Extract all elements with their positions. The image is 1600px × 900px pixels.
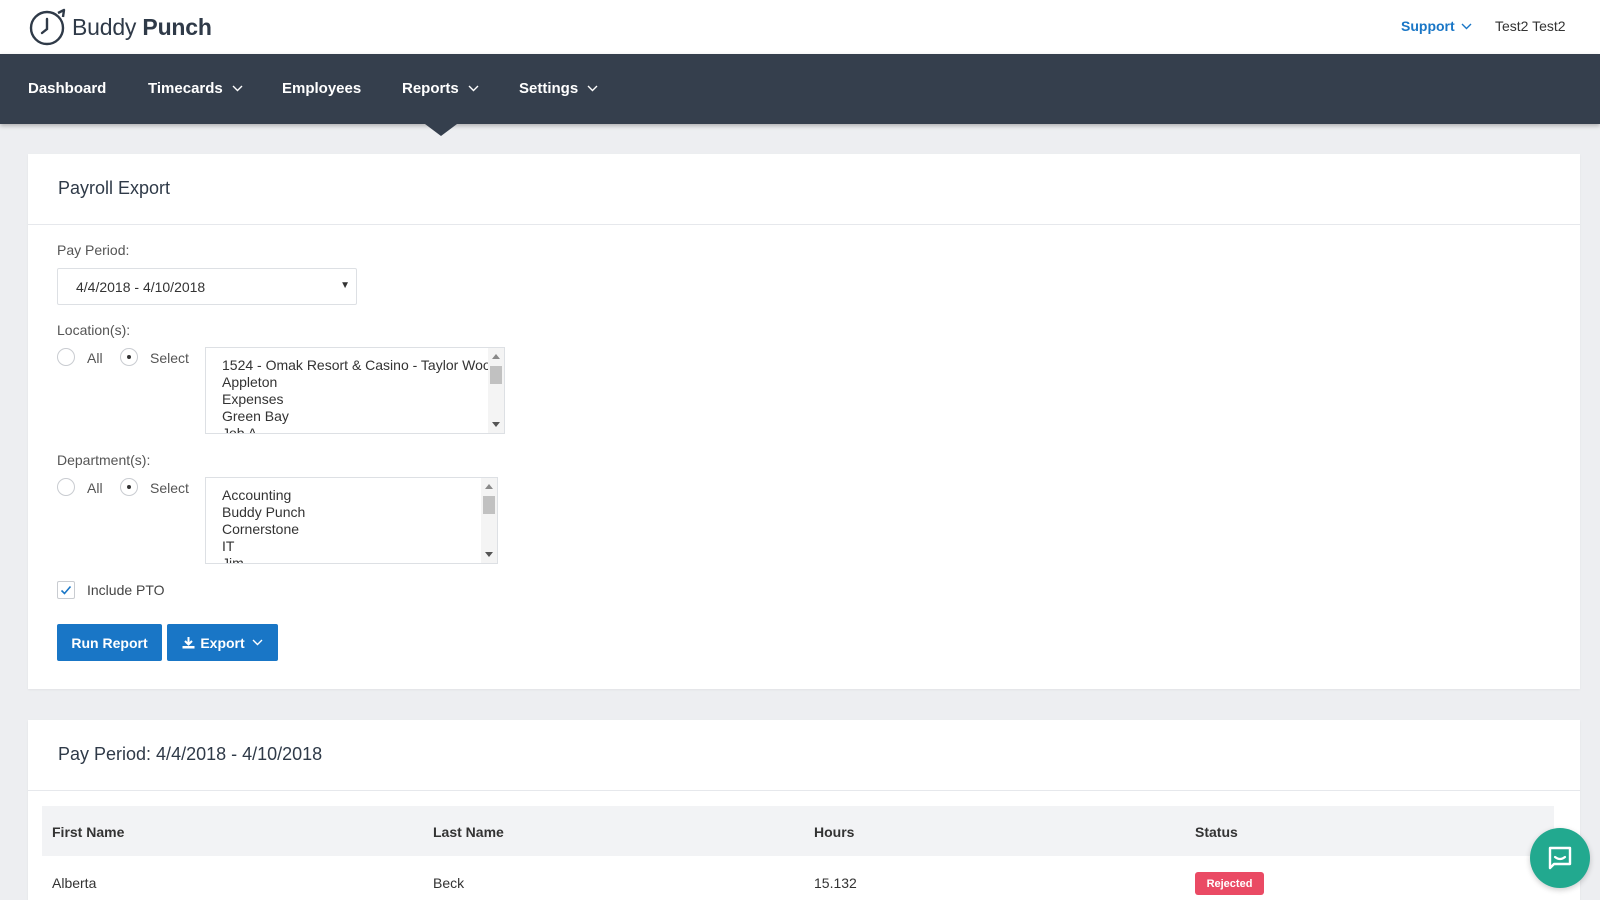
column-last-name[interactable]: Last Name	[433, 824, 504, 840]
dropdown-arrow-icon: ▼	[340, 280, 350, 291]
card-divider	[28, 790, 1580, 791]
scroll-thumb[interactable]	[490, 366, 502, 384]
cell-hours: 15.132	[814, 875, 857, 891]
department-option[interactable]: IT	[222, 538, 497, 555]
brand-logo[interactable]: Buddy Punch	[28, 7, 212, 47]
brand-name-bold: Punch	[142, 13, 212, 40]
locations-all-radio[interactable]	[57, 348, 75, 366]
nav-employees-label: Employees	[282, 80, 362, 97]
department-option[interactable]: Accounting	[222, 487, 497, 504]
department-option[interactable]: Jim	[222, 555, 497, 563]
chat-icon	[1548, 846, 1572, 870]
nav-dashboard-label: Dashboard	[28, 80, 107, 97]
cell-first-name: Alberta	[52, 875, 97, 891]
export-button[interactable]: Export	[167, 624, 278, 661]
column-status[interactable]: Status	[1195, 824, 1238, 840]
chevron-down-icon	[1461, 23, 1472, 29]
locations-select-radio[interactable]	[120, 348, 138, 366]
export-label: Export	[200, 634, 245, 651]
departments-all-radio[interactable]	[57, 478, 75, 496]
locations-select-label: Select	[150, 350, 189, 366]
scroll-down-icon[interactable]	[485, 552, 493, 557]
brand-name-light: Buddy	[72, 13, 137, 40]
nav-timecards-label: Timecards	[148, 80, 223, 97]
department-option[interactable]: Cornerstone	[222, 521, 497, 538]
card-divider	[28, 224, 1580, 225]
scroll-up-icon[interactable]	[492, 354, 500, 359]
chevron-down-icon	[587, 85, 598, 92]
departments-label: Department(s):	[57, 452, 151, 468]
include-pto-label: Include PTO	[87, 582, 165, 598]
location-option[interactable]: Job A	[222, 425, 504, 433]
payroll-export-title: Payroll Export	[58, 178, 171, 198]
departments-select-label: Select	[150, 480, 189, 496]
locations-listbox[interactable]: 1524 - Omak Resort & Casino - Taylor Woo…	[205, 347, 505, 434]
nav-settings-label: Settings	[519, 80, 579, 97]
pay-period-value: 4/4/2018 - 4/10/2018	[76, 279, 206, 295]
user-menu[interactable]: Test2 Test2	[1495, 18, 1566, 34]
nav-reports-label: Reports	[402, 80, 459, 97]
location-option[interactable]: Expenses	[222, 391, 504, 408]
location-option[interactable]: Green Bay	[222, 408, 504, 425]
main-nav: Dashboard Timecards Employees Reports Se…	[0, 54, 1600, 124]
results-title: Pay Period: 4/4/2018 - 4/10/2018	[58, 744, 323, 764]
nav-dashboard[interactable]: Dashboard	[28, 80, 106, 97]
run-report-button[interactable]: Run Report	[57, 624, 162, 661]
status-badge: Rejected	[1195, 872, 1264, 895]
results-card: Pay Period: 4/4/2018 - 4/10/2018 First N…	[28, 720, 1580, 900]
chevron-down-icon	[232, 85, 243, 92]
location-option[interactable]: 1524 - Omak Resort & Casino - Taylor Woo…	[222, 357, 504, 374]
scroll-up-icon[interactable]	[485, 484, 493, 489]
nav-reports[interactable]: Reports	[402, 80, 479, 97]
table-header: First Name Last Name Hours Status	[42, 806, 1554, 856]
nav-timecards[interactable]: Timecards	[148, 80, 243, 97]
locations-scrollbar[interactable]	[488, 348, 504, 433]
download-icon	[182, 637, 195, 649]
departments-scrollbar[interactable]	[481, 478, 497, 563]
clock-logo-icon	[29, 8, 66, 46]
chat-launcher-button[interactable]	[1530, 828, 1590, 888]
active-nav-indicator	[425, 124, 457, 136]
locations-all-label: All	[87, 350, 103, 366]
chevron-down-icon	[468, 85, 479, 92]
nav-settings[interactable]: Settings	[519, 80, 598, 97]
run-report-label: Run Report	[71, 634, 148, 651]
payroll-export-card: Payroll Export Pay Period: 4/4/2018 - 4/…	[28, 154, 1580, 689]
scroll-thumb[interactable]	[483, 496, 495, 514]
brand-name: Buddy Punch	[72, 14, 212, 41]
column-hours[interactable]: Hours	[814, 824, 854, 840]
locations-label: Location(s):	[57, 322, 131, 338]
column-first-name[interactable]: First Name	[52, 824, 124, 840]
scroll-down-icon[interactable]	[492, 422, 500, 427]
departments-listbox[interactable]: Accounting Buddy Punch Cornerstone IT Ji…	[205, 477, 498, 564]
nav-employees[interactable]: Employees	[282, 80, 361, 97]
department-option[interactable]: Buddy Punch	[222, 504, 497, 521]
chevron-down-icon	[252, 639, 263, 646]
pay-period-select[interactable]: 4/4/2018 - 4/10/2018 ▼	[57, 268, 357, 305]
pay-period-label: Pay Period:	[57, 242, 130, 258]
cell-last-name: Beck	[433, 875, 465, 891]
support-menu[interactable]: Support	[1401, 18, 1472, 34]
support-label: Support	[1401, 18, 1455, 34]
include-pto-checkbox[interactable]	[57, 581, 75, 599]
check-icon	[60, 585, 72, 595]
departments-select-radio[interactable]	[120, 478, 138, 496]
location-option[interactable]: Appleton	[222, 374, 504, 391]
top-bar: Buddy Punch Support Test2 Test2	[0, 0, 1600, 54]
departments-all-label: All	[87, 480, 103, 496]
